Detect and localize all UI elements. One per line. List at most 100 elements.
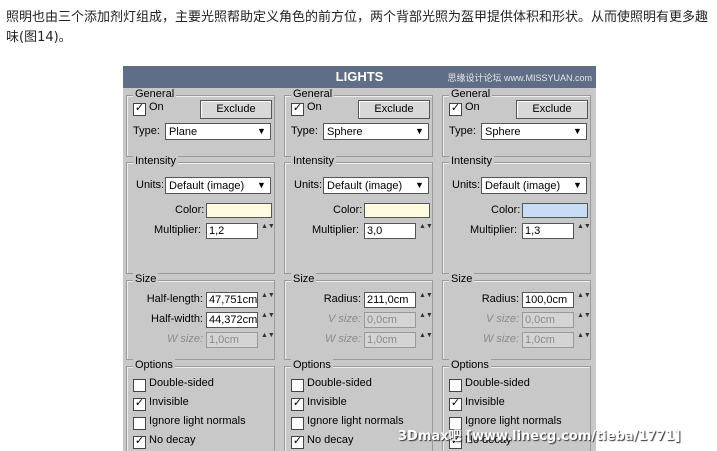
on-label: On xyxy=(465,101,480,113)
units-value: Default (image) xyxy=(169,180,245,192)
double-sided-label: Double-sided xyxy=(465,377,530,389)
half-width-label: Half-width: xyxy=(151,313,203,325)
type-dropdown[interactable]: Plane ▼ xyxy=(165,123,271,140)
w-size-label: W size: xyxy=(324,333,361,345)
size-group: Size Half-length: 47,751cm ▲▼ Half-width: 44,… xyxy=(126,273,275,360)
checkmark-icon: ✓ xyxy=(450,397,461,409)
intensity-title: Intensity xyxy=(291,155,336,167)
exclude-button[interactable]: Exclude xyxy=(516,100,588,119)
on-label: On xyxy=(307,101,322,113)
radius-field-spinner-icon[interactable]: ▲▼ xyxy=(577,292,591,308)
half-length-field-spinner-icon[interactable]: ▲▼ xyxy=(261,292,275,308)
color-label: Color: xyxy=(333,204,363,216)
double-sided-checkbox[interactable] xyxy=(449,379,462,392)
w-size-field-spinner-icon: ▲▼ xyxy=(577,332,591,339)
size-title: Size xyxy=(449,273,475,285)
checkmark-icon: ✓ xyxy=(134,102,145,114)
article-text: 照明也由三个添加剂灯组成，主要光照帮助定义角色的前方位，两个背部光照为盔甲提供体… xyxy=(6,10,709,45)
radius-label: Radius: xyxy=(481,293,519,305)
no-decay-checkbox[interactable]: ✓ xyxy=(133,435,146,449)
v-size-field: 0,0cm xyxy=(364,312,416,328)
units-dropdown[interactable]: Default (image) ▼ xyxy=(323,177,429,194)
options-group: Options Double-sided ✓ Invisible Ignore ligh… xyxy=(126,359,275,451)
color-swatch[interactable] xyxy=(364,203,430,218)
color-swatch[interactable] xyxy=(206,203,272,218)
v-size-field-spinner-icon: ▲▼ xyxy=(577,312,591,319)
multiplier-spinner-icon[interactable]: ▲▼ xyxy=(577,223,591,239)
multiplier-field[interactable]: 3,0 xyxy=(364,223,416,239)
double-sided-label: Double-sided xyxy=(149,377,214,389)
on-checkbox[interactable]: ✓ xyxy=(449,102,462,116)
v-size-field: 0,0cm xyxy=(522,312,574,328)
type-dropdown[interactable]: Sphere ▼ xyxy=(323,123,429,140)
checkmark-icon: ✓ xyxy=(134,397,145,409)
general-title: General xyxy=(449,88,493,100)
intensity-title: Intensity xyxy=(449,155,494,167)
units-dropdown[interactable]: Default (image) ▼ xyxy=(165,177,271,194)
general-title: General xyxy=(291,88,335,100)
chevron-down-icon: ▼ xyxy=(573,126,582,136)
type-dropdown[interactable]: Sphere ▼ xyxy=(481,123,587,140)
size-title: Size xyxy=(133,273,159,285)
w-size-field-spinner-icon: ▲▼ xyxy=(261,332,275,339)
type-value: Sphere xyxy=(327,126,363,138)
half-width-field[interactable]: 44,372cm xyxy=(206,312,258,328)
v-size-label: V size: xyxy=(327,313,361,325)
multiplier-field[interactable]: 1,2 xyxy=(206,223,258,239)
ignore-light-normals-label: Ignore light normals xyxy=(149,415,246,427)
panel-titlebar: LIGHTS 思缘设计论坛 www.MISSYUAN.com xyxy=(123,66,596,88)
w-size-field: 1,0cm xyxy=(522,332,574,348)
site-caption: 3Dmax吧 [www.linecg.com/tieba/1771] xyxy=(398,429,681,444)
intensity-group: Intensity Units: Default (image) ▼ Color: Mul… xyxy=(284,155,433,274)
color-label: Color: xyxy=(491,204,521,216)
on-checkbox[interactable]: ✓ xyxy=(133,102,146,116)
checkmark-icon: ✓ xyxy=(450,102,461,114)
multiplier-label: Multiplier: xyxy=(470,224,518,236)
invisible-checkbox[interactable]: ✓ xyxy=(133,397,146,411)
intensity-group: Intensity Units: Default (image) ▼ Color: Mul… xyxy=(126,155,275,274)
w-size-label: W size: xyxy=(482,333,519,345)
radius-field-spinner-icon[interactable]: ▲▼ xyxy=(419,292,433,308)
exclude-button[interactable]: Exclude xyxy=(200,100,272,119)
radius-field[interactable]: 211,0cm xyxy=(364,292,416,308)
multiplier-spinner-icon[interactable]: ▲▼ xyxy=(419,223,433,239)
color-swatch[interactable] xyxy=(522,203,588,218)
double-sided-checkbox[interactable] xyxy=(133,379,146,392)
w-size-field: 1,0cm xyxy=(206,332,258,348)
invisible-label: Invisible xyxy=(307,396,347,408)
invisible-label: Invisible xyxy=(465,396,505,408)
no-decay-checkbox[interactable]: ✓ xyxy=(291,435,304,449)
units-label: Units: xyxy=(136,179,165,191)
chevron-down-icon: ▼ xyxy=(415,180,424,190)
light-column-2: General ✓ On Exclude Type: Sphere ▼ Intensity Un… xyxy=(281,88,436,451)
general-group: General ✓ On Exclude Type: Sphere ▼ xyxy=(442,88,591,157)
radius-field[interactable]: 100,0cm xyxy=(522,292,574,308)
options-title: Options xyxy=(133,359,175,371)
units-value: Default (image) xyxy=(485,180,561,192)
no-decay-label: No decay xyxy=(149,434,196,446)
units-label: Units: xyxy=(452,179,481,191)
general-title: General xyxy=(133,88,177,100)
type-label: Type: xyxy=(449,125,476,137)
on-label: On xyxy=(149,101,164,113)
units-label: Units: xyxy=(294,179,323,191)
ignore-light-normals-checkbox[interactable] xyxy=(291,417,304,430)
half-length-label: Half-length: xyxy=(146,293,203,305)
invisible-checkbox[interactable]: ✓ xyxy=(449,397,462,411)
invisible-checkbox[interactable]: ✓ xyxy=(291,397,304,411)
on-checkbox[interactable]: ✓ xyxy=(291,102,304,116)
multiplier-label: Multiplier: xyxy=(154,224,202,236)
double-sided-checkbox[interactable] xyxy=(291,379,304,392)
checkmark-icon: ✓ xyxy=(292,435,303,447)
multiplier-field[interactable]: 1,3 xyxy=(522,223,574,239)
no-decay-label: No decay xyxy=(307,434,354,446)
multiplier-label: Multiplier: xyxy=(312,224,360,236)
half-length-field[interactable]: 47,751cm xyxy=(206,292,258,308)
half-width-field-spinner-icon[interactable]: ▲▼ xyxy=(261,312,275,328)
ignore-light-normals-checkbox[interactable] xyxy=(133,417,146,430)
exclude-button[interactable]: Exclude xyxy=(358,100,430,119)
chevron-down-icon: ▼ xyxy=(257,126,266,136)
multiplier-spinner-icon[interactable]: ▲▼ xyxy=(261,223,275,239)
light-column-1: General ✓ On Exclude Type: Plane ▼ Intensity Uni… xyxy=(123,88,278,451)
units-dropdown[interactable]: Default (image) ▼ xyxy=(481,177,587,194)
